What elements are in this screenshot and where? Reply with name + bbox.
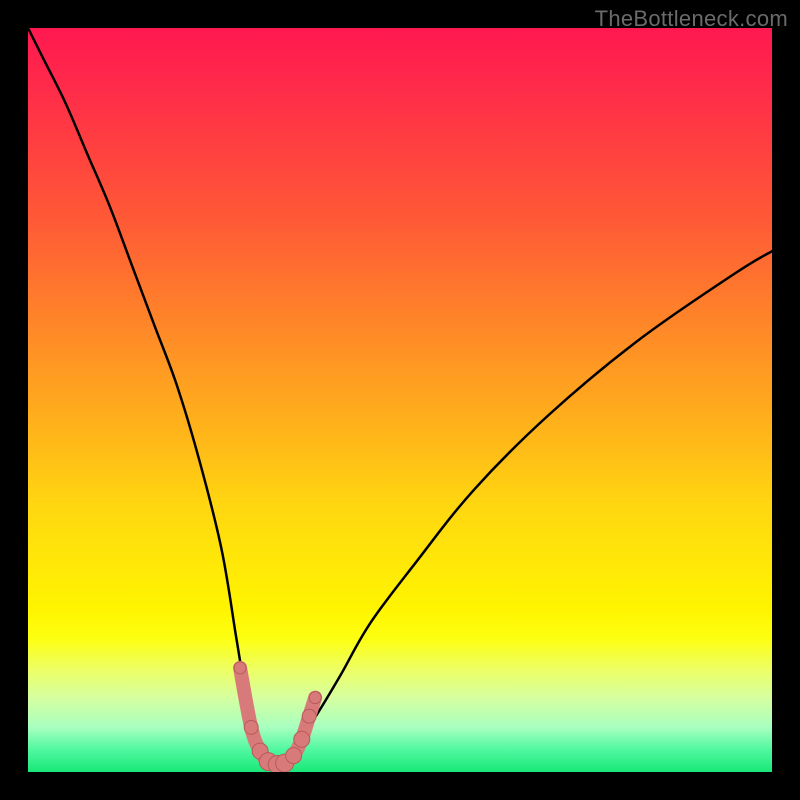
marker-dot	[302, 709, 316, 723]
chart-svg	[28, 28, 772, 772]
marker-dot	[309, 692, 321, 704]
marker-dot	[234, 662, 246, 674]
marker-dot	[244, 720, 258, 734]
marker-group	[234, 662, 321, 772]
marker-dot	[294, 731, 310, 747]
marker-dot	[286, 748, 302, 764]
watermark-text: TheBottleneck.com	[595, 6, 788, 32]
chart-frame: TheBottleneck.com	[0, 0, 800, 800]
bottleneck-curve	[28, 28, 772, 766]
plot-area	[28, 28, 772, 772]
